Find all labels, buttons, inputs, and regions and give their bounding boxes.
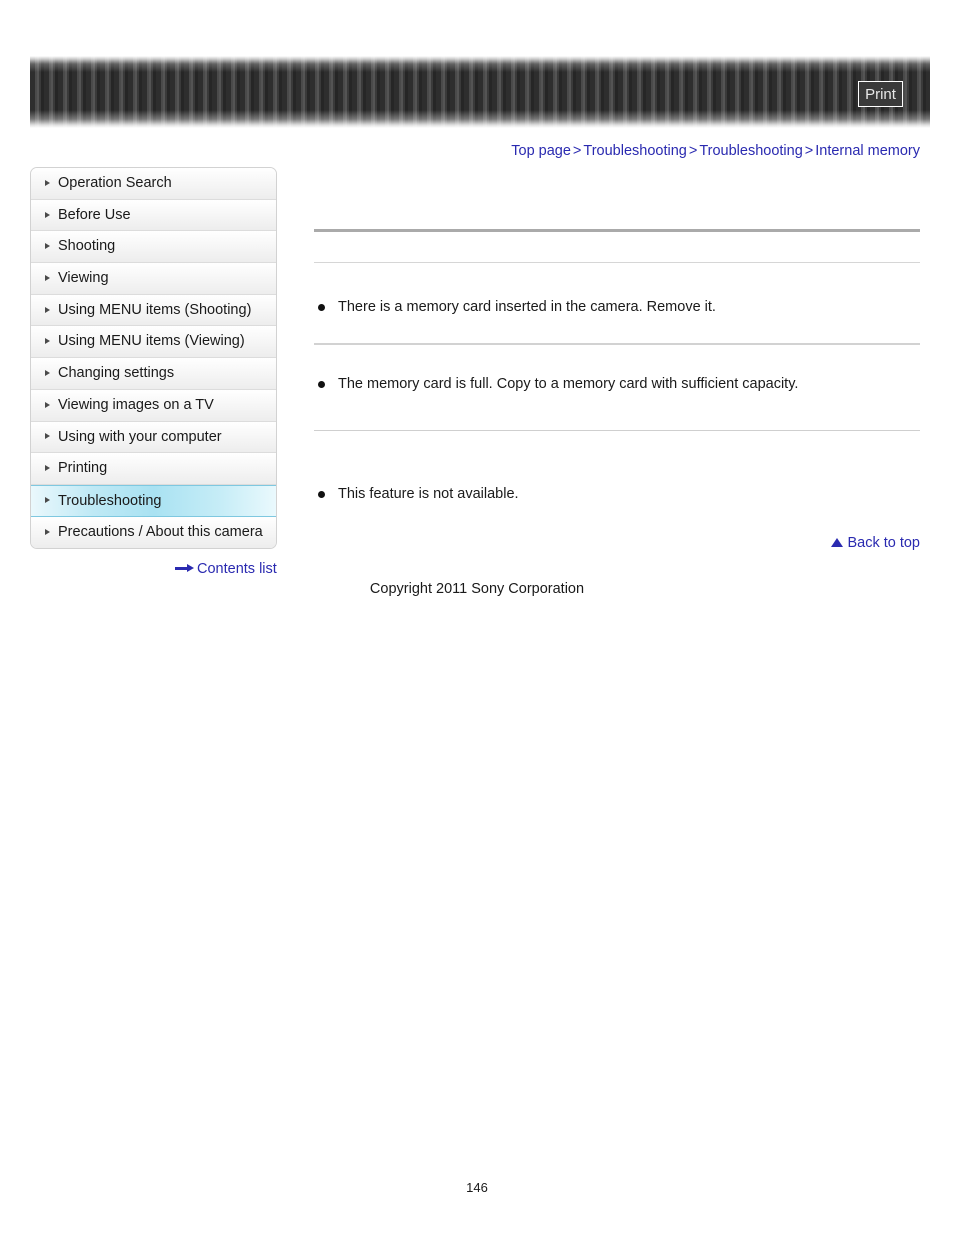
content-entry: There is a memory card inserted in the c… — [314, 297, 920, 317]
content-entry-text: This feature is not available. — [338, 486, 519, 502]
chevron-right-icon — [45, 306, 50, 313]
bullet-icon — [318, 304, 325, 311]
sidebar-item-label: Viewing — [58, 270, 109, 287]
sidebar-item-label: Troubleshooting — [58, 492, 162, 509]
contents-list-label: Contents list — [197, 561, 277, 577]
arrow-right-icon — [175, 564, 194, 573]
sidebar-item-label: Printing — [58, 460, 108, 477]
sidebar-item-before-use[interactable]: Before Use — [31, 199, 276, 232]
chevron-right-icon — [45, 433, 50, 440]
content-entry-text: The memory card is full. Copy to a memor… — [338, 376, 799, 392]
sidebar-item-using-menu-items-shooting[interactable]: Using MENU items (Shooting) — [31, 294, 276, 327]
breadcrumb: Top page > Troubleshooting > Troubleshooting… — [511, 143, 920, 159]
chevron-right-icon — [45, 179, 50, 186]
content-entry: The memory card is full. Copy to a memor… — [314, 374, 920, 394]
chevron-right-icon — [45, 211, 50, 218]
sidebar-item-label: Using with your computer — [58, 428, 222, 445]
sidebar-item-viewing-images-on-a-tv[interactable]: Viewing images on a TV — [31, 389, 276, 422]
sidebar-item-troubleshooting[interactable]: Troubleshooting — [31, 484, 276, 517]
page-number: 146 — [466, 1180, 488, 1195]
sidebar-item-label: Shooting — [58, 238, 116, 255]
main-content: There is a memory card inserted in the c… — [314, 167, 920, 504]
sidebar-item-precautions-about-this-camera[interactable]: Precautions / About this camera — [31, 516, 276, 549]
sidebar-item-viewing[interactable]: Viewing — [31, 263, 276, 295]
chevron-right-icon — [45, 243, 50, 250]
bullet-icon — [318, 491, 325, 498]
triangle-up-icon — [831, 537, 844, 547]
sidebar-item-label: Using MENU items (Shooting) — [58, 301, 252, 318]
chevron-right-icon — [45, 369, 50, 376]
sidebar-item-label: Changing settings — [58, 365, 175, 382]
sidebar-item-using-menu-items-viewing[interactable]: Using MENU items (Viewing) — [31, 326, 276, 359]
contents-list-link[interactable]: Contents list — [175, 561, 277, 577]
section-title — [314, 232, 920, 262]
sidebar-item-using-with-your-computer[interactable]: Using with your computer — [31, 421, 276, 454]
sidebar-item-label: Using MENU items (Viewing) — [58, 333, 245, 350]
breadcrumb-separator: > — [804, 143, 814, 159]
breadcrumb-item-troubleshooting-2[interactable]: Troubleshooting — [699, 143, 802, 159]
sidebar-item-printing[interactable]: Printing — [31, 453, 276, 485]
breadcrumb-separator: > — [572, 143, 582, 159]
print-button[interactable]: Print — [858, 81, 903, 107]
content-entry: This feature is not available. — [314, 484, 920, 504]
back-to-top-label: Back to top — [847, 535, 920, 551]
breadcrumb-item-internal-memory[interactable]: Internal memory — [815, 143, 920, 159]
chevron-right-icon — [45, 497, 50, 504]
sidebar-item-shooting[interactable]: Shooting — [31, 231, 276, 264]
breadcrumb-item-troubleshooting[interactable]: Troubleshooting — [583, 143, 686, 159]
chevron-right-icon — [45, 401, 50, 408]
back-to-top-link[interactable]: Back to top — [831, 535, 920, 551]
bullet-icon — [318, 381, 325, 388]
copyright-text: Copyright 2011 Sony Corporation — [369, 581, 585, 597]
sidebar-nav: Operation Search Before Use Shooting Vie… — [30, 167, 277, 550]
sidebar-item-label: Precautions / About this camera — [58, 523, 263, 540]
chevron-right-icon — [45, 338, 50, 345]
chevron-right-icon — [45, 528, 50, 535]
chevron-right-icon — [45, 465, 50, 472]
header-banner — [30, 56, 930, 128]
sidebar-item-operation-search[interactable]: Operation Search — [31, 168, 276, 200]
content-entry-text: There is a memory card inserted in the c… — [338, 299, 716, 315]
chevron-right-icon — [45, 274, 50, 281]
sidebar-item-label: Viewing images on a TV — [58, 396, 214, 413]
sidebar-item-label: Before Use — [58, 206, 131, 223]
breadcrumb-item-top-page[interactable]: Top page — [511, 143, 571, 159]
sidebar-item-label: Operation Search — [58, 175, 172, 191]
sidebar-item-changing-settings[interactable]: Changing settings — [31, 358, 276, 390]
breadcrumb-separator: > — [688, 143, 698, 159]
